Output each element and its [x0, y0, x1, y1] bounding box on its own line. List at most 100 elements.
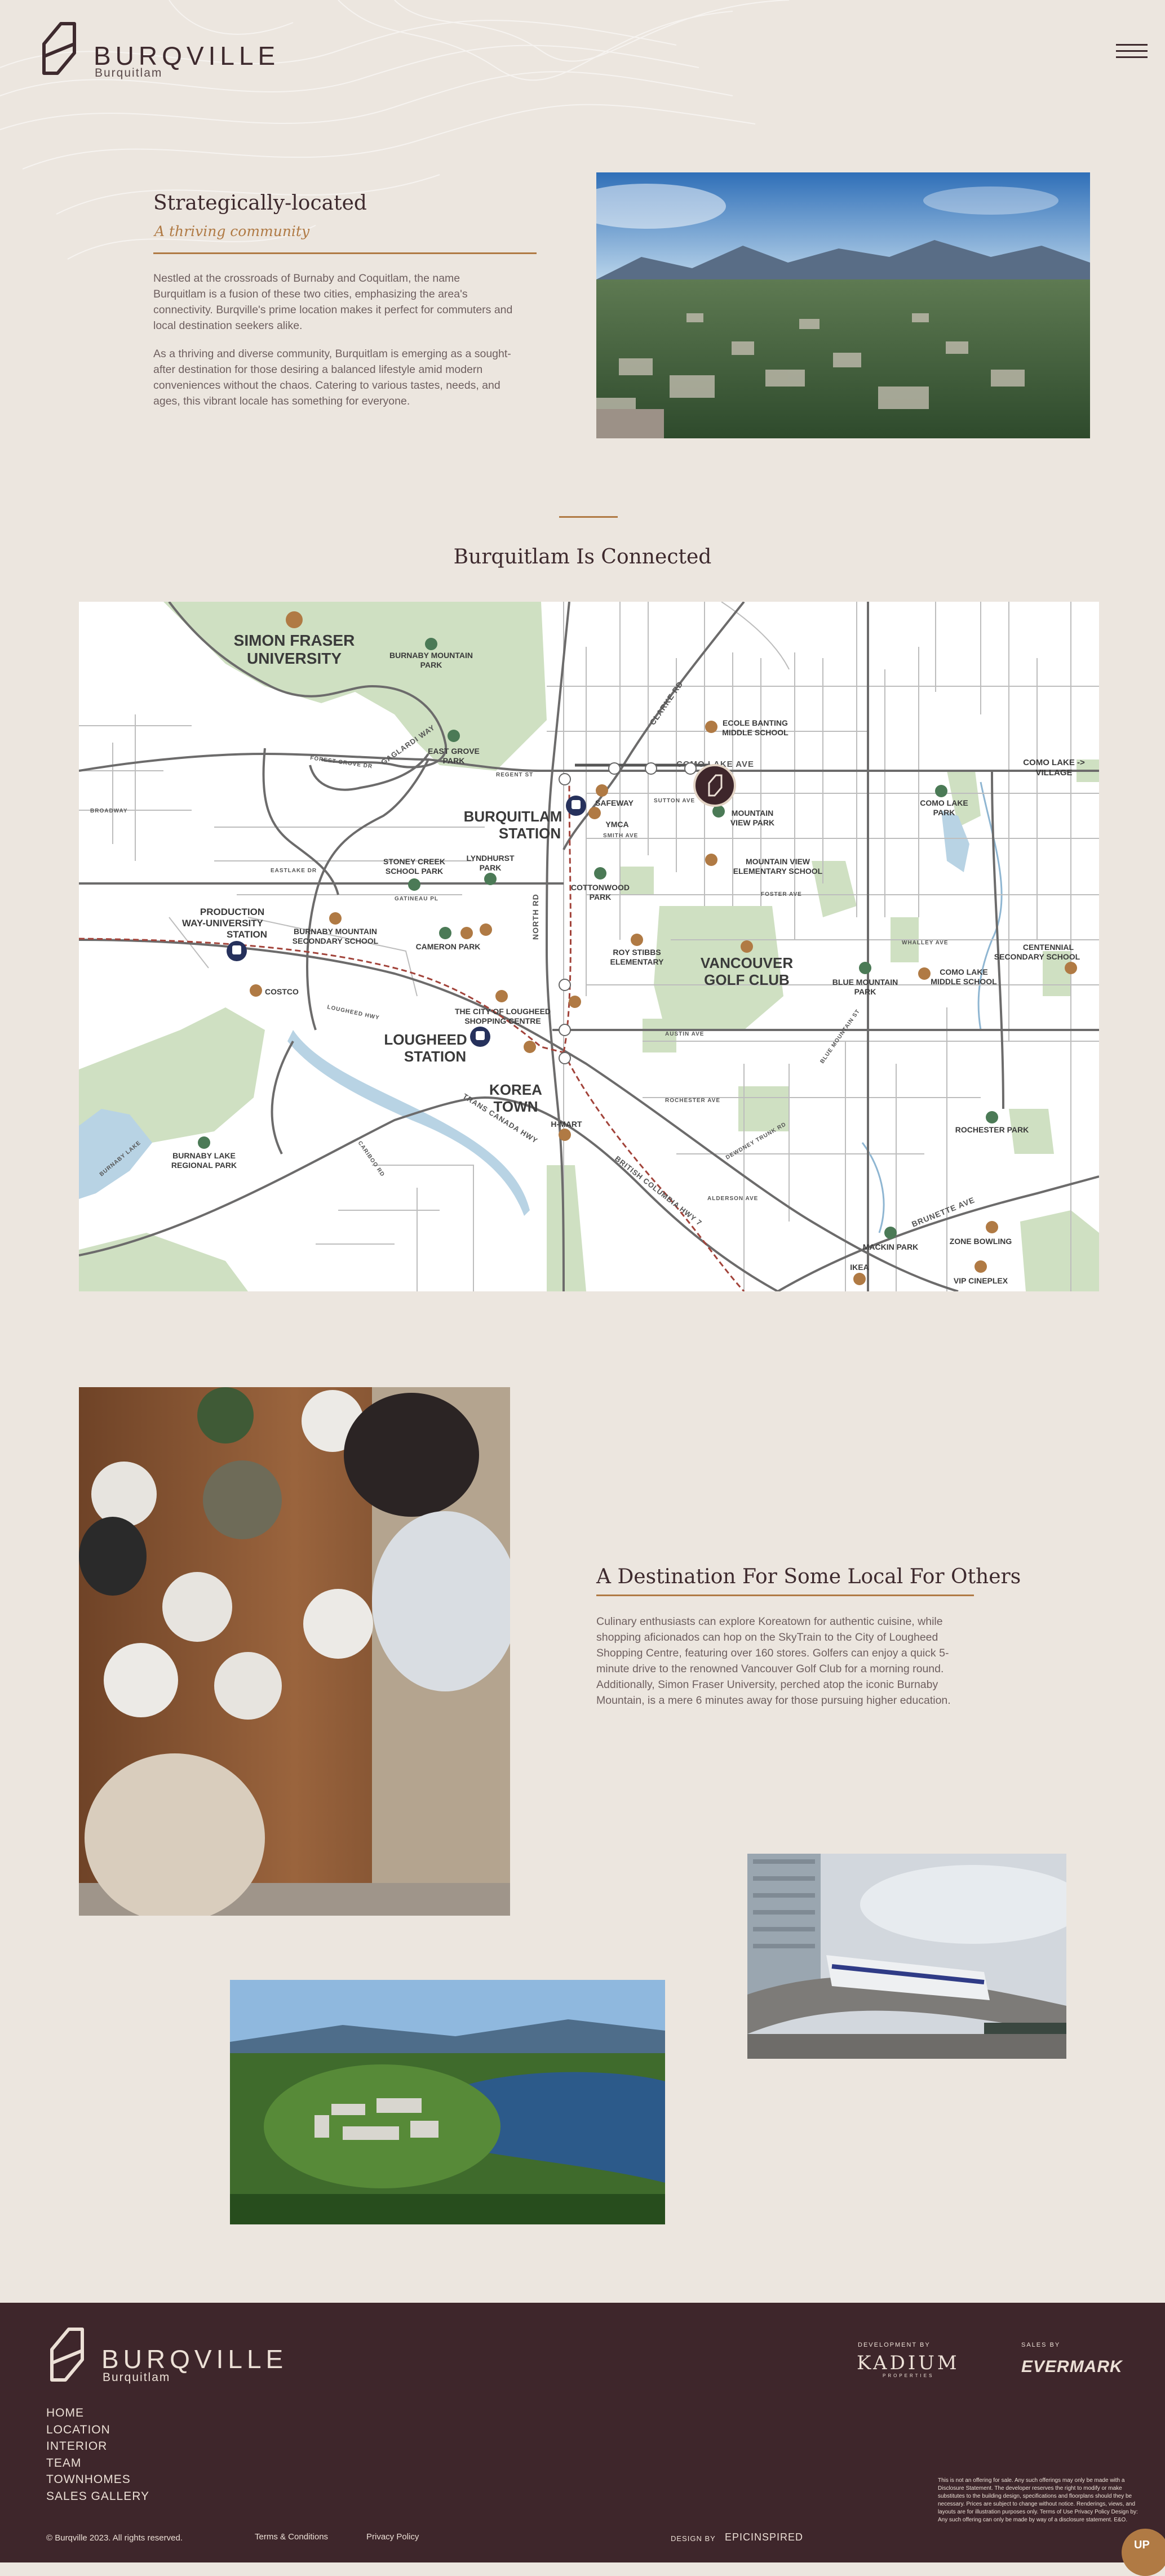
map-label: WAY-UNIVERSITY [182, 918, 264, 929]
park-marker-icon[interactable] [986, 1111, 998, 1123]
copyright: © Burqville 2023. All rights reserved. [46, 2533, 183, 2543]
map-label: GOLF CLUB [704, 971, 790, 988]
kadium-logo[interactable]: KADIUM [857, 2352, 960, 2374]
svg-text:MOUNTAIN VIEWELEMENTARY SCHOOL: MOUNTAIN VIEW ELEMENTARY SCHOOL [733, 857, 823, 876]
map-label: MOUNTAIN [732, 809, 773, 818]
golf-marker-icon[interactable] [741, 940, 753, 953]
section-subtitle: A thriving community [154, 223, 310, 239]
park-marker-icon[interactable] [425, 638, 437, 650]
bus-stop-icon[interactable] [608, 762, 621, 775]
scroll-up-button[interactable]: UP [1122, 2529, 1165, 2576]
food-marker-icon[interactable] [524, 1041, 536, 1053]
privacy-link[interactable]: Privacy Policy [366, 2532, 419, 2542]
brand-subtitle: Burquitlam [95, 66, 163, 79]
road-label: SMITH AVE [603, 833, 638, 839]
map-label: PRODUCTION [200, 907, 264, 917]
svg-text:THE CITY OF LOUGHEEDSHOPPING C: THE CITY OF LOUGHEED SHOPPING CENTRE [455, 1007, 551, 1025]
park-marker-icon[interactable] [198, 1136, 210, 1149]
map-label: VIP CINEPLEX [954, 1276, 1008, 1285]
shopping-marker-icon[interactable] [596, 784, 608, 797]
park-marker-icon[interactable] [859, 962, 871, 974]
footer-brand-name: BURQVILLE [101, 2344, 288, 2374]
map-label: BURNABY LAKE [172, 1151, 236, 1160]
intro-paragraph-1: Nestled at the crossroads of Burnaby and… [153, 272, 513, 332]
park-marker-icon[interactable] [712, 805, 725, 818]
footer-nav-sales-gallery[interactable]: SALES GALLERY [46, 2488, 149, 2505]
road-label: GATINEAU PL [395, 896, 438, 902]
food-marker-icon[interactable] [480, 923, 492, 936]
school-marker-icon[interactable] [329, 912, 342, 925]
bus-stop-icon[interactable] [684, 762, 697, 775]
map-label: BLUE MOUNTAIN [832, 978, 898, 987]
intro-paragraph-2: As a thriving and diverse community, Bur… [153, 348, 511, 407]
burqville-location-marker[interactable] [693, 764, 736, 807]
school-marker-icon[interactable] [286, 611, 303, 628]
shopping-marker-icon[interactable] [559, 1129, 571, 1141]
dining-photo [79, 1387, 510, 1916]
park-marker-icon[interactable] [439, 927, 451, 939]
section-title-destination: A Destination For Some Local For Others [596, 1565, 1021, 1588]
road-label: REGENT ST [496, 772, 533, 778]
map-label: SECONDARY SCHOOL [994, 952, 1080, 961]
map-label: STONEY CREEK [383, 857, 445, 866]
bus-stop-icon[interactable] [559, 773, 571, 785]
school-marker-icon[interactable] [631, 934, 643, 946]
park-marker-icon[interactable] [408, 878, 420, 891]
disclaimer: This is not an offering for sale. Any su… [938, 2477, 1138, 2523]
park-marker-icon[interactable] [484, 873, 497, 885]
map-label: COMO LAKE [940, 967, 988, 976]
footer-nav-team[interactable]: TEAM [46, 2455, 149, 2472]
neighbourhood-map[interactable]: COMO LAKE AVE GAGLARDI WAY NORTH RD CLAR… [79, 602, 1099, 1291]
footer-nav-interior[interactable]: INTERIOR [46, 2438, 149, 2455]
map-label: ECOLE BANTING [723, 718, 788, 727]
divider [596, 1595, 974, 1596]
school-marker-icon[interactable] [705, 721, 717, 733]
road-label: ALDERSON AVE [707, 1196, 758, 1202]
bus-stop-icon[interactable] [645, 762, 657, 775]
food-marker-icon[interactable] [569, 996, 581, 1008]
footer-nav-home[interactable]: HOME [46, 2405, 149, 2422]
epicinspired-logo[interactable]: EPICINSPIRED [725, 2531, 803, 2543]
bus-stop-icon[interactable] [559, 1052, 571, 1064]
destination-paragraph: Culinary enthusiasts can explore Koreato… [596, 1615, 951, 1707]
map-label: PARK [590, 892, 612, 901]
footer-nav-location[interactable]: LOCATION [46, 2422, 149, 2439]
school-marker-icon[interactable] [705, 854, 717, 866]
shopping-marker-icon[interactable] [250, 984, 262, 997]
road-label: ROCHESTER AVE [665, 1098, 720, 1104]
hamburger-menu-icon[interactable] [1116, 44, 1148, 61]
terms-link[interactable]: Terms & Conditions [255, 2532, 328, 2542]
park-marker-icon[interactable] [935, 785, 947, 797]
svg-text:BURNABY LAKEREGIONAL PARK: BURNABY LAKE REGIONAL PARK [171, 1151, 237, 1170]
svg-text:ROY STIBBSELEMENTARY: ROY STIBBS ELEMENTARY [610, 948, 665, 966]
bowling-marker-icon[interactable] [986, 1221, 998, 1233]
map-label-burquitlam-station: BURQUITLAM [464, 808, 562, 825]
section-title-connected: Burquitlam Is Connected [453, 545, 712, 569]
footer-nav-townhomes[interactable]: TOWNHOMES [46, 2471, 149, 2488]
bus-stop-icon[interactable] [559, 1024, 571, 1036]
map-label: THE CITY OF LOUGHEED [455, 1007, 551, 1016]
footer-logo-icon[interactable] [47, 2327, 87, 2384]
school-marker-icon[interactable] [1065, 962, 1077, 974]
cinema-marker-icon[interactable] [974, 1260, 987, 1273]
evermark-logo[interactable]: EVERMARK [1021, 2357, 1123, 2377]
sfu-aerial-photo [230, 1980, 665, 2224]
gym-marker-icon[interactable] [588, 807, 601, 819]
park-marker-icon[interactable] [448, 730, 460, 742]
shopping-marker-icon[interactable] [853, 1273, 866, 1285]
bus-stop-icon[interactable] [559, 979, 571, 991]
map-label: VANCOUVER [701, 954, 793, 971]
map-label: YMCA [605, 820, 628, 829]
map-label: MIDDLE SCHOOL [722, 728, 789, 737]
school-marker-icon[interactable] [918, 967, 931, 980]
map-label: IKEA [850, 1263, 869, 1272]
map-label: H-MART [551, 1120, 582, 1129]
shopping-marker-icon[interactable] [495, 990, 508, 1002]
food-marker-icon[interactable] [460, 927, 473, 939]
park-marker-icon[interactable] [884, 1227, 897, 1239]
brand-logo-icon[interactable] [39, 21, 79, 78]
park-marker-icon[interactable] [594, 867, 606, 880]
map-label-sfu: UNIVERSITY [247, 650, 342, 667]
divider [559, 516, 618, 518]
map-label: SHOPPING CENTRE [464, 1016, 541, 1025]
